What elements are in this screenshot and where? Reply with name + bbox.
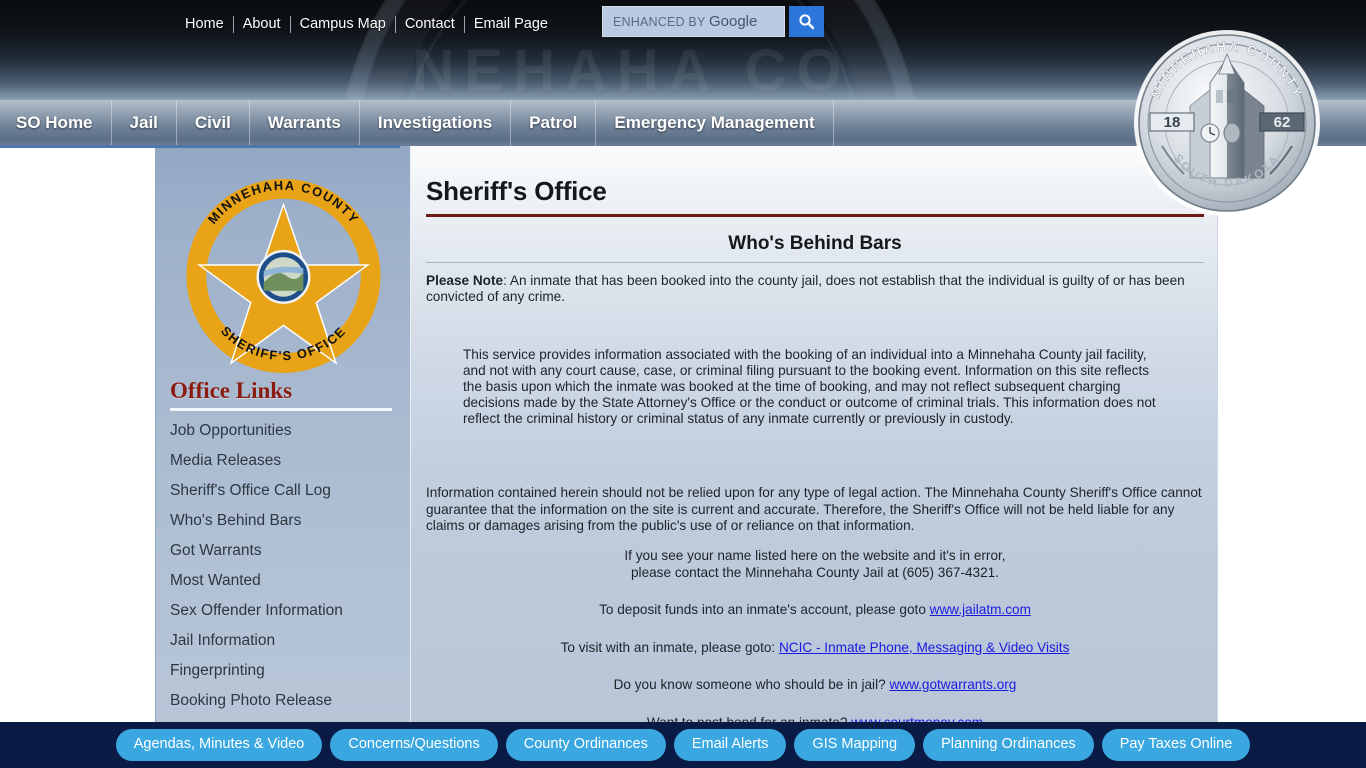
page-title: Sheriff's Office	[426, 176, 607, 206]
bond-text: Want to post bond for an inmate?	[646, 714, 852, 723]
nav-item-patrol[interactable]: Patrol	[511, 100, 597, 146]
warrants-row: Do you know someone who should be in jai…	[426, 677, 1204, 694]
contact-and-links-block: If you see your name listed here on the …	[426, 548, 1204, 722]
gotwarrants-link[interactable]: www.gotwarrants.org	[889, 677, 1016, 692]
search-placeholder: ENHANCED BY Google	[613, 13, 758, 30]
please-note-label: Please Note	[426, 273, 504, 288]
page-body: MINNEHAHA COUNTY SHERIFF'S OFFICE Office…	[0, 146, 1366, 768]
topnav-item-email-page[interactable]: Email Page	[465, 14, 557, 34]
footer-button-gis-mapping[interactable]: GIS Mapping	[794, 729, 916, 761]
footer-button-county-ordinances[interactable]: County Ordinances	[505, 729, 666, 761]
deposit-text: To deposit funds into an inmate's accoun…	[599, 602, 930, 617]
please-note-text: Please Note: An inmate that has been boo…	[426, 273, 1204, 305]
error-line-2: please contact the Minnehaha County Jail…	[630, 564, 1000, 580]
visit-row: To visit with an inmate, please goto: NC…	[426, 640, 1204, 657]
section-heading: Who's Behind Bars	[728, 233, 902, 254]
main-nav: SO Home Jail Civil Warrants Investigatio…	[0, 100, 1366, 146]
section-rule	[426, 262, 1204, 263]
bond-row: Want to post bond for an inmate? www.cou…	[426, 715, 1204, 723]
sidebar-item-booking-photo-release[interactable]: Booking Photo Release	[170, 686, 405, 716]
sheriff-star-badge-icon: MINNEHAHA COUNTY SHERIFF'S OFFICE	[186, 178, 381, 373]
footer-button-planning-ordinances[interactable]: Planning Ordinances	[923, 729, 1094, 761]
office-links-list: Job Opportunities Media Releases Sheriff…	[170, 416, 405, 746]
search-area: ENHANCED BY Google	[602, 6, 824, 37]
search-button[interactable]	[789, 6, 824, 37]
right-margin	[1218, 292, 1366, 768]
sidebar-item-call-log[interactable]: Sheriff's Office Call Log	[170, 476, 405, 506]
nav-item-emergency-management[interactable]: Emergency Management	[596, 100, 834, 146]
ncic-link[interactable]: NCIC - Inmate Phone, Messaging & Video V…	[779, 640, 1069, 655]
topnav-item-campus-map[interactable]: Campus Map	[291, 14, 395, 34]
footer-button-pay-taxes[interactable]: Pay Taxes Online	[1101, 729, 1251, 761]
sidebar-item-fingerprinting[interactable]: Fingerprinting	[170, 656, 405, 686]
footer-button-email-alerts[interactable]: Email Alerts	[673, 729, 787, 761]
sidebar-item-jail-information[interactable]: Jail Information	[170, 626, 405, 656]
footer-bar: Agendas, Minutes & Video Concerns/Questi…	[0, 722, 1366, 768]
error-line-1: If you see your name listed here on the …	[624, 548, 1006, 563]
footer-button-agendas[interactable]: Agendas, Minutes & Video	[115, 729, 323, 761]
sidebar-heading-rule	[170, 408, 392, 411]
deposit-row: To deposit funds into an inmate's accoun…	[426, 602, 1204, 619]
topnav-item-contact[interactable]: Contact	[396, 14, 464, 34]
nav-item-jail[interactable]: Jail	[112, 100, 177, 146]
left-margin	[0, 292, 155, 768]
sidebar-item-job-opportunities[interactable]: Job Opportunities	[170, 416, 405, 446]
title-rule	[426, 214, 1204, 217]
sidebar-heading: Office Links	[170, 378, 293, 403]
topnav-item-about[interactable]: About	[234, 14, 290, 34]
sidebar-item-media-releases[interactable]: Media Releases	[170, 446, 405, 476]
topnav-item-home[interactable]: Home	[176, 14, 233, 34]
disclaimer-paragraph: Information contained herein should not …	[426, 485, 1202, 533]
service-paragraph: This service provides information associ…	[463, 347, 1156, 426]
nav-active-underline	[0, 145, 400, 148]
page-root: NEHAHA CO Home About Campus Map Contact …	[0, 0, 1366, 768]
sidebar-item-got-warrants[interactable]: Got Warrants	[170, 536, 405, 566]
sidebar-item-sex-offender-information[interactable]: Sex Offender Information	[170, 596, 405, 626]
sidebar-item-most-wanted[interactable]: Most Wanted	[170, 566, 405, 596]
nav-item-investigations[interactable]: Investigations	[360, 100, 512, 146]
search-input[interactable]: ENHANCED BY Google	[602, 6, 785, 37]
jailatm-link[interactable]: www.jailatm.com	[930, 602, 1031, 617]
nav-item-civil[interactable]: Civil	[177, 100, 250, 146]
nav-item-so-home[interactable]: SO Home	[0, 100, 112, 146]
please-note-body: : An inmate that has been booked into th…	[426, 273, 1185, 304]
sidebar-item-whos-behind-bars[interactable]: Who's Behind Bars	[170, 506, 405, 536]
courtmoney-link[interactable]: www.courtmoney.com	[851, 715, 983, 723]
warrants-text: Do you know someone who should be in jai…	[613, 677, 890, 692]
sidebar: MINNEHAHA COUNTY SHERIFF'S OFFICE Office…	[155, 146, 410, 739]
footer-button-concerns[interactable]: Concerns/Questions	[330, 729, 498, 761]
search-icon	[799, 14, 815, 30]
visit-text: To visit with an inmate, please goto:	[560, 639, 779, 655]
nav-item-warrants[interactable]: Warrants	[250, 100, 360, 146]
main-content: Sheriff's Office Who's Behind Bars Pleas…	[410, 146, 1218, 722]
watermark-text: NEHAHA CO	[412, 38, 852, 100]
